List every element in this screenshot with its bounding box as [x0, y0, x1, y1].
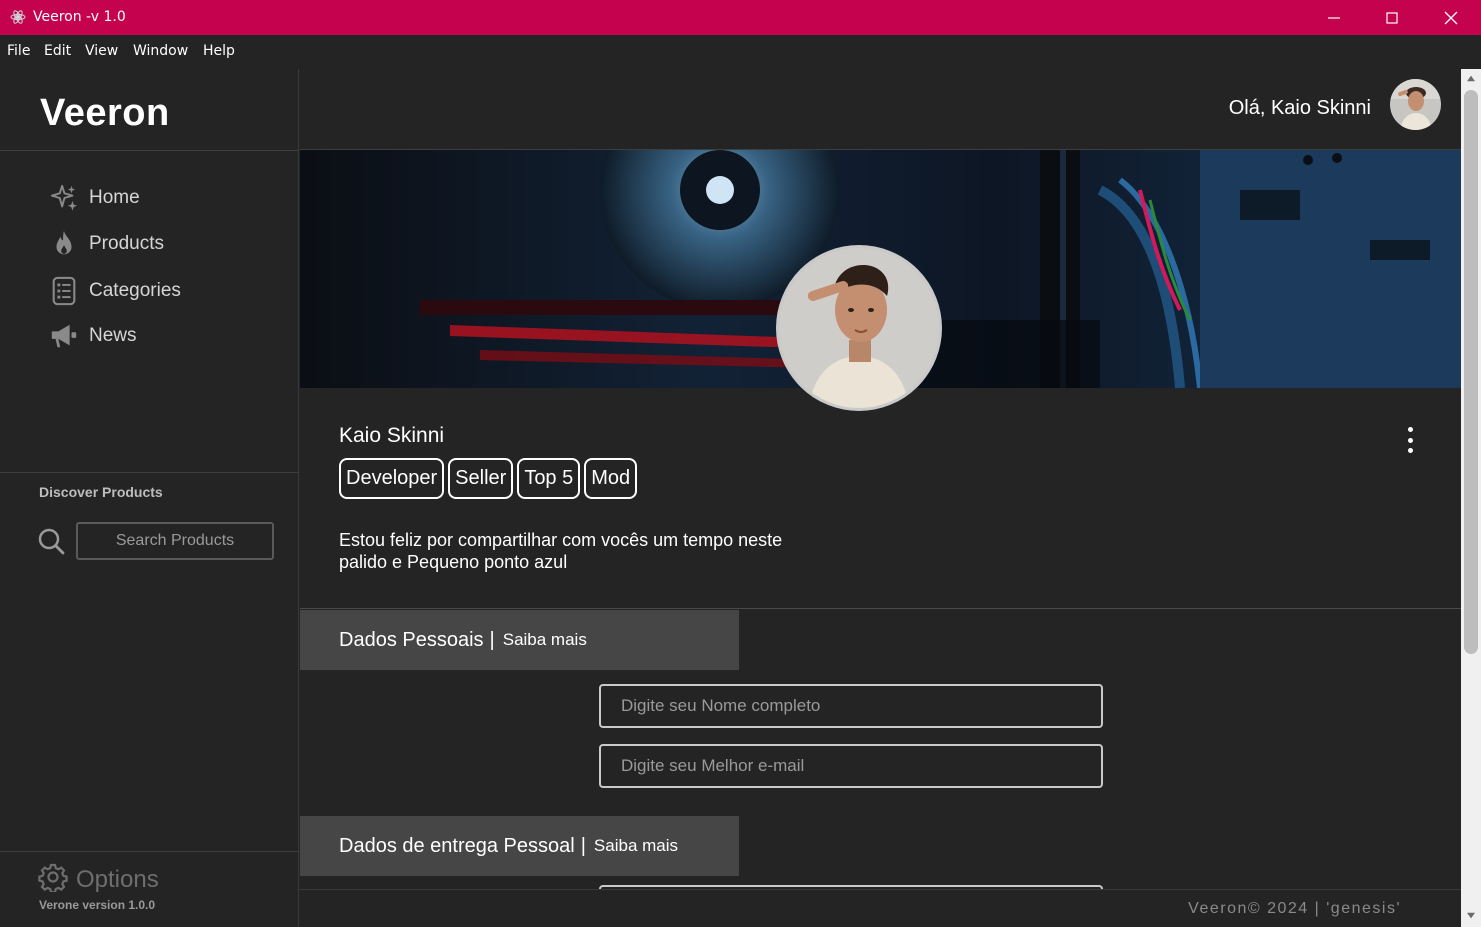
scroll-down-icon[interactable] [1465, 911, 1477, 921]
greeting-text: Olá, Kaio Skinni [1228, 97, 1371, 119]
list-icon [48, 275, 80, 307]
sidebar-item-products[interactable]: Products [48, 227, 164, 261]
scrollbar-thumb[interactable] [1464, 90, 1478, 654]
role-badge: Seller [448, 458, 514, 499]
section-title: Dados Pessoais [339, 628, 484, 651]
profile-bio: Estou feliz por compartilhar com vocês u… [339, 529, 859, 573]
sparkle-icon [48, 182, 80, 214]
full-name-field[interactable] [599, 684, 1103, 728]
maximize-button[interactable] [1363, 0, 1421, 35]
sidebar-item-categories[interactable]: Categories [48, 274, 181, 308]
section-separator: | [489, 628, 495, 651]
megaphone-icon [48, 320, 80, 352]
footer: Veeron© 2024 | 'genesis' [300, 889, 1461, 927]
brand-logo[interactable]: Veeron [40, 92, 170, 135]
sidebar-item-label: Home [89, 187, 140, 208]
sidebar-divider [0, 851, 299, 852]
sidebar-divider [0, 472, 299, 473]
badge-list: Developer Seller Top 5 Mod [339, 458, 638, 499]
menu-help[interactable]: Help [203, 43, 235, 59]
options-button[interactable]: Options [38, 862, 159, 897]
kebab-dot [1407, 427, 1413, 432]
section-delivery-data: Dados de entrega Pessoal | Saiba mais [300, 816, 739, 876]
footer-text: Veeron© 2024 | 'genesis' [1188, 900, 1401, 917]
minimize-icon [1328, 16, 1340, 19]
profile-avatar[interactable] [776, 245, 942, 411]
title-bar: Veeron -v 1.0 [0, 0, 1481, 35]
learn-more-link[interactable]: Saiba mais [594, 836, 678, 856]
sidebar-item-home[interactable]: Home [48, 181, 140, 215]
role-badge: Developer [339, 458, 445, 499]
kebab-dot [1407, 437, 1413, 443]
sidebar-item-label: News [89, 325, 137, 346]
electron-icon [10, 9, 26, 25]
section-personal-data: Dados Pessoais | Saiba mais [300, 610, 739, 670]
section-separator: | [580, 834, 586, 857]
search-icon[interactable] [37, 527, 65, 555]
gear-icon [38, 862, 68, 897]
close-icon [1444, 11, 1458, 24]
flame-icon [48, 228, 80, 260]
maximize-icon [1386, 11, 1398, 24]
email-field[interactable] [599, 744, 1103, 788]
sidebar-item-label: Products [89, 233, 164, 254]
profile-name: Kaio Skinni [339, 424, 445, 447]
role-badge: Top 5 [517, 458, 581, 499]
discover-products-heading: Discover Products [39, 484, 163, 500]
sidebar-divider [0, 150, 299, 151]
search-input[interactable] [76, 522, 274, 560]
menu-edit[interactable]: Edit [44, 43, 71, 59]
kebab-dot [1407, 448, 1413, 453]
role-badge: Mod [584, 458, 638, 499]
menu-view[interactable]: View [85, 43, 118, 59]
menu-window[interactable]: Window [133, 43, 188, 59]
minimize-button[interactable] [1305, 0, 1363, 35]
window-title: Veeron -v 1.0 [33, 9, 126, 25]
learn-more-link[interactable]: Saiba mais [503, 630, 587, 650]
more-options-button[interactable] [1398, 425, 1422, 455]
sidebar-item-news[interactable]: News [48, 319, 137, 353]
options-label: Options [76, 865, 159, 893]
content-divider [300, 608, 1461, 609]
close-button[interactable] [1422, 0, 1480, 35]
bio-line: Estou feliz por compartilhar com vocês u… [339, 530, 783, 550]
menu-file[interactable]: File [7, 43, 30, 59]
avatar[interactable] [1390, 79, 1441, 130]
section-title: Dados de entrega Pessoal [339, 834, 575, 857]
scroll-up-icon[interactable] [1465, 73, 1477, 83]
sidebar-item-label: Categories [89, 280, 181, 301]
version-text: Verone version 1.0.0 [39, 898, 156, 912]
bio-line: palido e Pequeno ponto azul [339, 552, 568, 572]
